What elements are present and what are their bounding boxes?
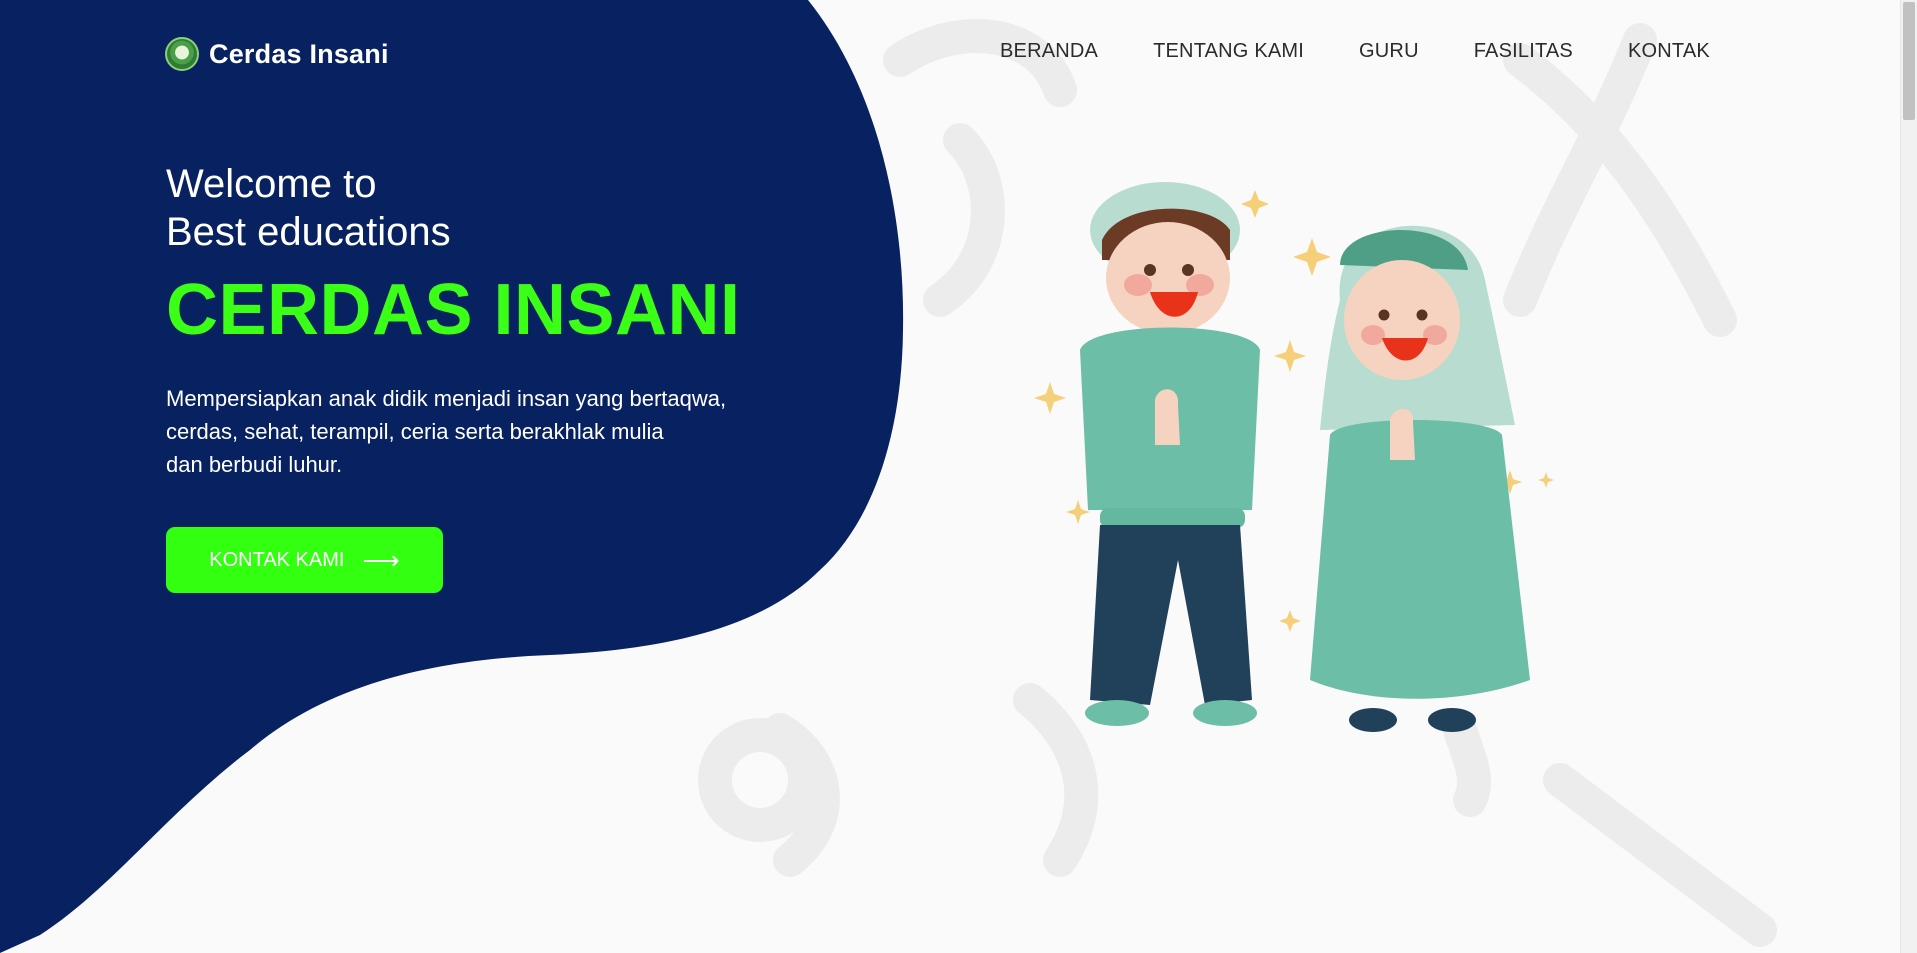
hero-welcome: Welcome to Best educations: [166, 160, 866, 256]
nav-item-kontak[interactable]: KONTAK: [1628, 40, 1710, 63]
children-illustration: [1034, 182, 1554, 732]
contact-us-button-label: KONTAK KAMI: [209, 548, 345, 571]
brand-name: Cerdas Insani: [209, 38, 389, 69]
scrollbar-thumb[interactable]: [1903, 2, 1915, 120]
hero-title: CERDAS INSANI: [166, 270, 741, 350]
contact-us-button[interactable]: KONTAK KAMI ⟶: [166, 527, 443, 593]
site-header: Cerdas Insani BERANDA TENTANG KAMI GURU …: [0, 0, 1900, 110]
page-scrollbar[interactable]: [1900, 0, 1917, 953]
nav-item-fasilitas[interactable]: FASILITAS: [1474, 40, 1573, 63]
hero-description-line1: Mempersiapkan anak didik menjadi insan y…: [166, 386, 727, 411]
hero-welcome-line1: Welcome to: [166, 162, 377, 206]
brand[interactable]: Cerdas Insani: [165, 36, 389, 72]
hero-description: Mempersiapkan anak didik menjadi insan y…: [166, 382, 846, 481]
nav-item-beranda[interactable]: BERANDA: [1000, 40, 1098, 63]
hero-welcome-line2: Best educations: [166, 210, 451, 254]
main-nav: BERANDA TENTANG KAMI GURU FASILITAS KONT…: [1000, 40, 1710, 63]
girl-figure: [1310, 225, 1530, 732]
school-emblem-icon: [165, 37, 199, 71]
nav-item-tentang-kami[interactable]: TENTANG KAMI: [1153, 40, 1304, 63]
arrow-right-icon: ⟶: [362, 545, 400, 575]
nav-item-guru[interactable]: GURU: [1359, 40, 1419, 63]
hero-description-line3: dan berbudi luhur.: [166, 452, 343, 477]
hero-description-line2: cerdas, sehat, terampil, ceria serta ber…: [166, 419, 664, 444]
hero-section: Welcome to Best educations CERDAS INSANI…: [166, 160, 866, 481]
boy-figure: [1080, 182, 1260, 726]
